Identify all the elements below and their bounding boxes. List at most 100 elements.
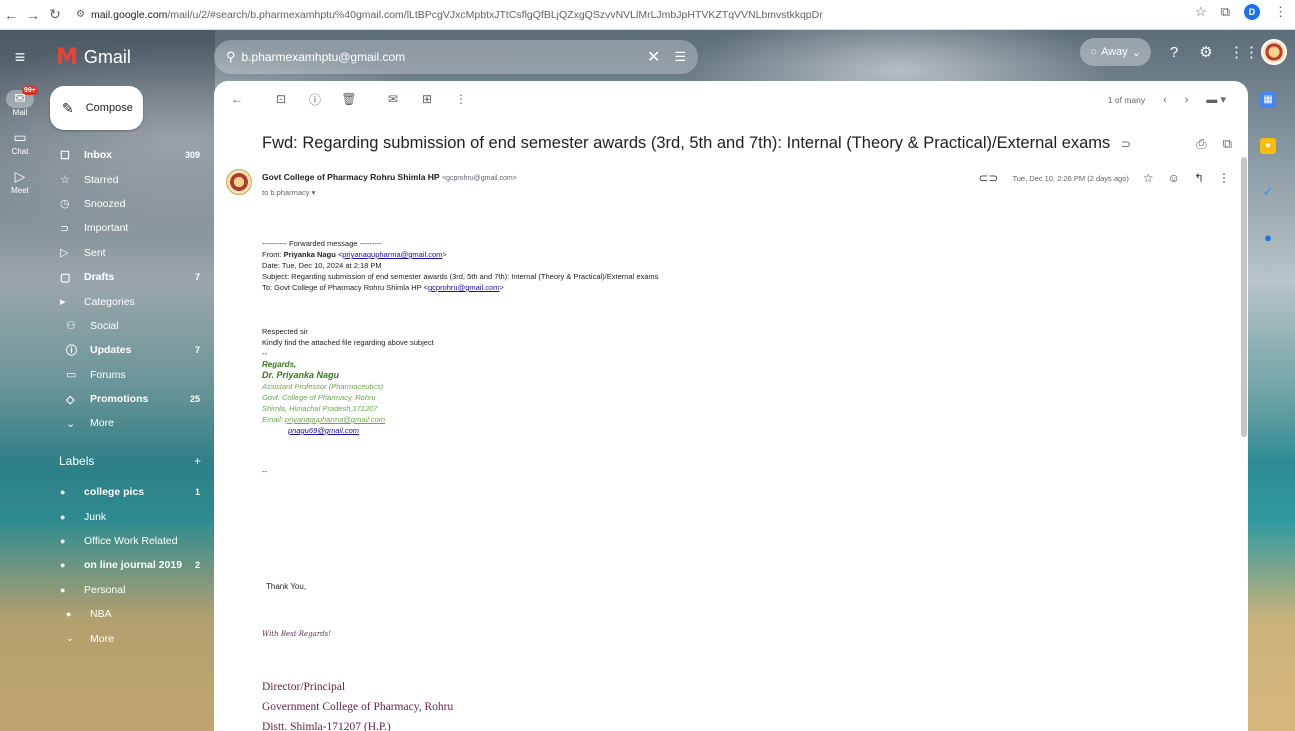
sidebar-item-promotions[interactable]: ◇ Promotions 25 [50,387,210,411]
sidebar-item-more[interactable]: ⌄ More [50,411,210,435]
email-toolbar: ← ⊡ ⓘ 🗑 ✉ ⊞ ⋮ [214,81,1248,117]
important-marker-icon[interactable]: ⊃ [1121,137,1131,151]
label-icon: ▸ [60,296,66,309]
compose-button[interactable]: ✎ Compose [50,86,143,130]
sidebar-item-drafts[interactable]: ▢ Drafts 7 [50,265,210,289]
director-line: Distt. Shimla-171207 (H.P.) [262,721,391,731]
report-spam-icon[interactable]: ⓘ [304,91,326,108]
left-rail: ✉ 99+ Mail ▭ Chat ▷ Meet [0,86,40,207]
address-bar[interactable]: ⚙ mail.google.com/mail/u/2/#search/b.pha… [70,3,829,26]
sidebar-item-label: Snoozed [84,197,126,210]
tasks-icon[interactable]: ✓ [1260,184,1276,200]
recipient-line[interactable]: to b.pharmacy ▾ [262,188,315,197]
browser-profile-avatar[interactable]: D [1244,4,1260,20]
sender-avatar[interactable] [226,169,252,195]
sidebar-item-inbox[interactable]: ☐ Inbox 309 [50,143,210,167]
chevron-down-icon: ⌄ [1131,46,1141,59]
rail-meet[interactable]: ▷ Meet [0,168,40,195]
move-to-icon[interactable]: ⊞ [416,92,438,106]
print-icon[interactable]: ⎙ [1196,136,1206,152]
mark-unread-icon[interactable]: ✉ [382,92,404,106]
label-item-online-journal[interactable]: ● on line journal 2019 2 [50,553,210,577]
recipient-text: to b.pharmacy [262,188,310,197]
more-options-icon[interactable]: ⋮ [450,92,472,106]
sig-email-link-2[interactable]: pnagu69@gmail.com [288,426,359,435]
gmail-logo[interactable]: M Gmail [56,45,131,70]
director-line: Director/Principal [262,681,346,693]
unread-count: 25 [189,394,200,405]
archive-icon[interactable]: ⊡ [270,92,292,106]
search-bar[interactable]: ⚲ b.pharmexamhptu@gmail.com ✕ ☰ [214,40,698,74]
newer-chevron-icon[interactable]: ‹ [1163,94,1167,106]
sidebar-item-updates[interactable]: ⓘ Updates 7 [50,338,210,362]
label-item-junk[interactable]: ● Junk [50,504,210,528]
rail-chat-label: Chat [11,147,29,156]
label-tag-icon: ● [60,535,66,546]
sidebar-item-important[interactable]: ⊃ Important [50,216,210,240]
scrollbar-thumb[interactable] [1241,157,1247,437]
sidebar-item-label: Forums [90,368,126,381]
sidebar-item-categories[interactable]: ▸ Categories [50,289,210,313]
extensions-icon[interactable]: ⧉ [1221,4,1230,20]
apps-grid-icon[interactable]: ⋮⋮ [1229,43,1259,61]
reply-icon[interactable]: ↰ [1194,171,1204,185]
labels-header: Labels + [59,454,201,468]
label-count: 1 [194,487,200,498]
open-new-window-icon[interactable]: ⧉ [1223,136,1232,152]
back-icon[interactable]: ← [0,7,22,23]
label-name: More [90,632,114,645]
chat-icon: ▭ [13,129,27,145]
site-info-icon[interactable]: ⚙ [76,9,85,20]
calendar-icon[interactable]: ▦ [1260,92,1276,108]
keep-icon[interactable]: ● [1260,138,1276,154]
forward-icon[interactable]: → [22,7,44,23]
sig-email-line: Email: priyanagupharma@gmail.com [262,414,658,425]
sidebar-item-label: Starred [84,173,119,186]
label-item-more[interactable]: ⌄ More [50,626,210,650]
main-menu-icon[interactable]: ≡ [10,47,30,67]
bookmark-star-icon[interactable]: ☆ [1195,4,1207,20]
sidebar-item-forums[interactable]: ▭ Forums [50,363,210,387]
settings-gear-icon[interactable]: ⚙ [1197,43,1215,61]
to-email-link[interactable]: gcprohru@gmail.com [428,283,499,292]
browser-menu-icon[interactable]: ⋮ [1274,4,1287,20]
label-item-college-pics[interactable]: ● college pics 1 [50,480,210,504]
unread-count: 7 [194,272,200,283]
label-item-nba[interactable]: ● NBA [50,602,210,626]
add-label-icon[interactable]: + [194,454,201,468]
emoji-react-icon[interactable]: ☺ [1168,171,1180,185]
label-name: NBA [90,608,112,621]
label-item-office-work[interactable]: ● Office Work Related [50,529,210,553]
label-name: Junk [84,510,107,523]
search-options-icon[interactable]: ☰ [674,49,686,65]
keyboard-icon[interactable]: ▬ ▾ [1206,93,1226,106]
scrollbar[interactable] [1240,117,1248,731]
rail-chat[interactable]: ▭ Chat [0,129,40,156]
rail-mail[interactable]: ✉ 99+ Mail [0,86,40,117]
sidebar-item-sent[interactable]: ▷ Sent [50,241,210,265]
clear-search-icon[interactable]: ✕ [647,47,660,67]
reload-icon[interactable]: ↻ [44,6,66,23]
search-input[interactable]: b.pharmexamhptu@gmail.com [242,50,647,64]
older-chevron-icon[interactable]: › [1185,94,1189,106]
sender-name: Govt College of Pharmacy Rohru Shimla HP [262,172,440,182]
best-regards-text: With Best Regards! [262,630,332,638]
contacts-icon[interactable]: ● [1260,230,1276,246]
sidebar-item-social[interactable]: ⚇ Social [50,314,210,338]
from-email-link[interactable]: priyanagupharma@gmail.com [342,250,442,259]
sidebar-item-starred[interactable]: ☆ Starred [50,167,210,191]
help-icon[interactable]: ? [1165,44,1183,61]
label-item-personal[interactable]: ● Personal [50,578,210,602]
star-icon[interactable]: ☆ [1143,171,1154,185]
search-icon[interactable]: ⚲ [226,49,236,65]
sidebar-item-label: Social [90,319,119,332]
account-avatar[interactable] [1261,39,1287,65]
sig-email-link-1[interactable]: priyanagupharma@gmail.com [285,415,385,424]
delete-icon[interactable]: 🗑 [338,92,360,106]
pager-text: 1 of many [1107,94,1146,105]
sig-college: Govt. College of Pharmacy, Rohru [262,393,376,402]
status-button[interactable]: ○ Away ⌄ [1080,38,1151,66]
sidebar-item-snoozed[interactable]: ◷ Snoozed [50,192,210,216]
more-options-icon[interactable]: ⋮ [1218,171,1230,185]
back-to-search-icon[interactable]: ← [226,92,248,106]
